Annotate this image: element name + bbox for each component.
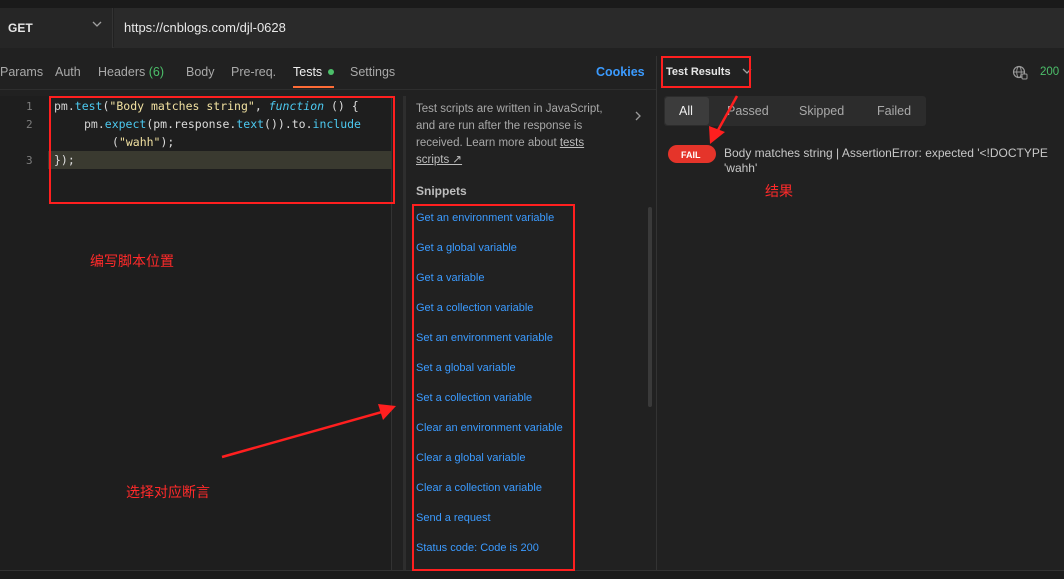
- annotation-arrows: [221, 95, 739, 459]
- arrow-head-icon: [709, 126, 725, 144]
- arrow-head-icon: [378, 404, 396, 420]
- arrow-to-fail: [715, 95, 739, 133]
- app-window: GET https://cnblogs.com/djl-0628 Params …: [0, 0, 1064, 579]
- arrow-to-snippets: [221, 410, 383, 459]
